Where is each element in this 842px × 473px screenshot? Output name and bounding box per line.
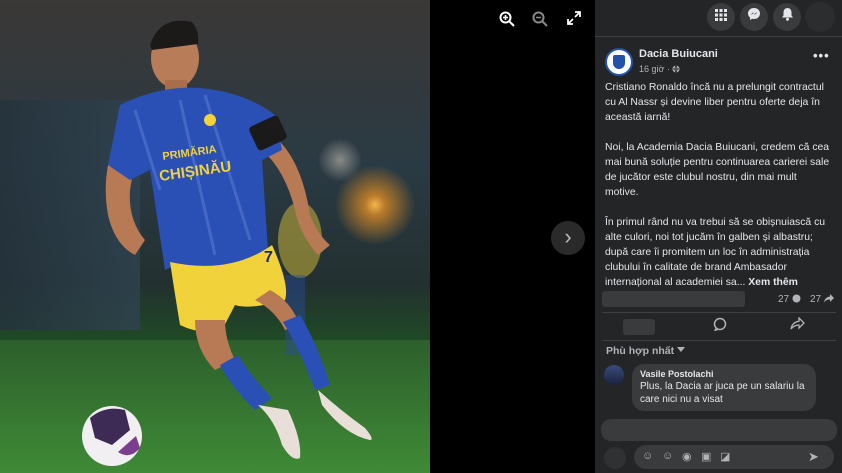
divider [595,36,842,37]
page-avatar[interactable] [605,48,633,76]
comment-bubble-icon [792,294,801,305]
more-options-icon[interactable]: ••• [813,48,830,63]
post-time-text: 16 giờ [639,64,665,74]
top-bar [595,0,842,34]
post-paragraph: În primul rând nu va trebui să se obișnu… [605,215,833,290]
next-photo-button[interactable]: › [551,221,585,255]
grid-menu-icon[interactable] [707,3,735,31]
post-time[interactable]: 16 giờ · [639,64,680,74]
comment-icon[interactable] [713,317,727,334]
post-header: Dacia Buiucani 16 giờ · ••• [605,44,835,78]
see-more-link[interactable]: Xem thêm [748,277,798,288]
post-paragraph: Noi, la Academia Dacia Buiucani, credem … [605,142,830,198]
like-button[interactable] [623,319,655,335]
photo-viewer: PRIMĂRIA CHIȘINĂU 7 › [0,0,595,473]
camera-icon[interactable]: ◉ [682,450,692,463]
shares-count-text: 27 [810,294,822,305]
comment-sort-dropdown[interactable]: Phù hợp nhất [606,345,686,357]
post-actions [595,314,842,340]
shares-count[interactable]: 27 [810,294,834,305]
redacted-comment [601,419,837,441]
zoom-in-icon[interactable] [498,11,516,29]
avatar[interactable] [604,365,624,385]
comments-count-text: 27 [778,294,790,305]
player-figure: PRIMĂRIA CHIȘINĂU 7 [82,20,372,466]
divider [602,312,836,313]
fullscreen-icon[interactable] [565,11,583,29]
messenger-icon[interactable] [740,3,768,31]
page-name[interactable]: Dacia Buiucani [639,48,718,60]
chevron-right-icon: › [564,224,572,249]
account-avatar[interactable] [805,2,835,32]
post-text: Cristiano Ronaldo încă nu a prelungit co… [605,80,833,305]
comment-sort-label: Phù hợp nhất [606,345,675,357]
comment-text: Plus, la Dacia ar juca pe un salariu la … [640,381,805,405]
comment-author[interactable]: Vasile Postolachi [640,369,714,379]
share-icon[interactable] [790,316,805,333]
post-photo: PRIMĂRIA CHIȘINĂU 7 [0,0,430,473]
share-arrow-icon [823,294,834,305]
divider [602,340,836,341]
emoji-icon[interactable]: ☺ [662,450,673,462]
send-icon[interactable]: ➤ [808,449,819,465]
zoom-out-icon[interactable] [531,11,549,29]
post-paragraph: Cristiano Ronaldo încă nu a prelungit co… [605,82,824,123]
reactions-summary[interactable] [602,291,745,307]
comments-count[interactable]: 27 [778,294,801,305]
sticker-icon[interactable]: ◪ [720,450,730,463]
avatar-sticker-icon[interactable]: ☺ [642,450,653,462]
gif-icon[interactable]: ▣ [701,450,711,463]
bell-icon[interactable] [773,3,801,31]
svg-text:7: 7 [264,249,273,266]
avatar [604,447,626,469]
comment-item: Vasile Postolachi Plus, la Dacia ar juca… [632,364,816,411]
globe-icon [672,64,680,74]
comment-composer[interactable]: ☺ ☺ ◉ ▣ ◪ ➤ [634,445,834,469]
post-sidebar: Dacia Buiucani 16 giờ · ••• Cristiano Ro… [595,0,842,473]
caret-down-icon [677,345,686,357]
